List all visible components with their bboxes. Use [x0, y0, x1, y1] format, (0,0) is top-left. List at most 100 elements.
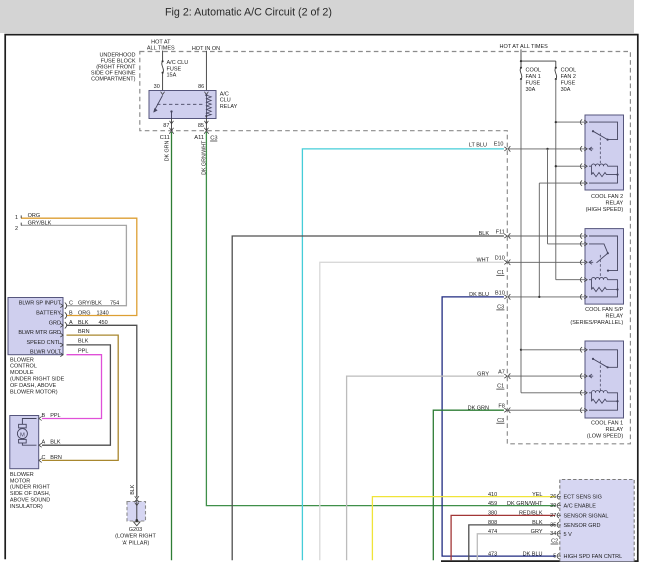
svg-text:A/C CLU: A/C CLU [167, 60, 189, 66]
svg-text:DK GRN: DK GRN [468, 405, 489, 411]
svg-text:FUSE: FUSE [526, 80, 541, 86]
svg-text:COOL FAN 2: COOL FAN 2 [591, 194, 623, 200]
svg-text:BLK: BLK [50, 439, 61, 445]
svg-text:HOT IN ON: HOT IN ON [192, 46, 220, 52]
svg-text:RELAY: RELAY [606, 200, 624, 206]
svg-text:5: 5 [553, 554, 556, 560]
svg-text:ALL TIMES: ALL TIMES [147, 46, 175, 52]
svg-text:34: 34 [550, 531, 556, 537]
svg-text:GRY/BLK: GRY/BLK [28, 220, 52, 226]
svg-text:30A: 30A [526, 87, 536, 93]
svg-text:Fig 2: Automatic A/C Circuit (: Fig 2: Automatic A/C Circuit (2 of 2) [165, 6, 332, 18]
svg-text:380: 380 [488, 511, 497, 517]
svg-text:HIGH SPD FAN CNTRL: HIGH SPD FAN CNTRL [564, 554, 623, 560]
svg-text:MOTOR: MOTOR [10, 478, 30, 484]
svg-text:D10: D10 [495, 256, 505, 262]
svg-text:(LOWER RIGHT: (LOWER RIGHT [115, 534, 156, 540]
svg-text:35: 35 [550, 522, 556, 528]
svg-text:F8: F8 [498, 404, 504, 410]
svg-text:GRY/BLK: GRY/BLK [78, 301, 102, 307]
svg-text:27: 27 [550, 513, 556, 519]
svg-text:PPL: PPL [50, 413, 60, 419]
svg-text:A/C: A/C [220, 91, 229, 97]
svg-text:A7: A7 [498, 370, 505, 376]
svg-text:MODULE: MODULE [10, 370, 34, 376]
svg-text:CLU: CLU [220, 98, 231, 104]
svg-text:86: 86 [198, 84, 204, 90]
svg-text:39: 39 [550, 503, 556, 509]
svg-text:PPL: PPL [78, 349, 88, 355]
svg-text:DK GRN/WHT: DK GRN/WHT [507, 501, 543, 507]
svg-text:30: 30 [154, 84, 160, 90]
svg-text:BLOWER: BLOWER [10, 472, 34, 478]
svg-text:COMPARTMENT): COMPARTMENT) [91, 77, 136, 83]
svg-text:FUSE: FUSE [167, 66, 182, 72]
svg-text:BLK: BLK [78, 320, 89, 326]
svg-text:RELAY: RELAY [606, 314, 624, 320]
svg-text:E10: E10 [494, 142, 504, 148]
svg-text:BLK: BLK [479, 231, 490, 237]
svg-text:WHT: WHT [476, 258, 489, 264]
svg-text:DK GRN/WHT: DK GRN/WHT [202, 140, 208, 175]
svg-text:85: 85 [198, 123, 204, 129]
svg-text:SENSOR SIGNAL: SENSOR SIGNAL [564, 513, 609, 519]
svg-text:FAN 2: FAN 2 [561, 74, 576, 80]
svg-text:BATTERY: BATTERY [36, 311, 61, 317]
svg-text:RELAY: RELAY [220, 104, 238, 110]
svg-text:BLK: BLK [78, 339, 89, 345]
svg-text:(UNDER RIGHT SIDE: (UNDER RIGHT SIDE [10, 377, 65, 383]
svg-text:CONTROL: CONTROL [10, 364, 37, 370]
svg-text:(HIGH SPEED): (HIGH SPEED) [586, 207, 624, 213]
svg-text:BLOWER: BLOWER [10, 357, 34, 363]
svg-text:B10: B10 [495, 290, 505, 296]
svg-text:26: 26 [550, 494, 556, 500]
svg-text:ABOVE SOUND: ABOVE SOUND [10, 498, 50, 504]
svg-text:INSULATOR): INSULATOR) [10, 504, 43, 510]
svg-text:BLWR SP INPUT: BLWR SP INPUT [19, 301, 62, 307]
svg-text:BLK: BLK [130, 484, 136, 494]
svg-text:474: 474 [488, 529, 497, 535]
svg-text:C11: C11 [160, 135, 170, 141]
svg-text:(LOW SPEED): (LOW SPEED) [587, 433, 624, 439]
svg-text:COOL FAN 1: COOL FAN 1 [591, 420, 623, 426]
svg-text:ECT SENS SIG: ECT SENS SIG [564, 495, 602, 501]
svg-text:COOL: COOL [526, 67, 542, 73]
svg-text:SIDE OF DASH,: SIDE OF DASH, [10, 491, 51, 497]
svg-text:M: M [20, 432, 25, 438]
svg-text:1340: 1340 [97, 310, 109, 316]
svg-text:OF DASH, ABOVE: OF DASH, ABOVE [10, 383, 56, 389]
svg-text:ORG: ORG [28, 213, 41, 219]
svg-text:(UNDER RIGHT: (UNDER RIGHT [10, 485, 51, 491]
svg-text:G203: G203 [129, 527, 142, 533]
svg-text:RED/BLK: RED/BLK [519, 511, 543, 517]
svg-text:DK GRN: DK GRN [165, 140, 171, 161]
svg-text:FUSE: FUSE [561, 80, 576, 86]
svg-text:2: 2 [15, 226, 18, 232]
svg-text:5 V: 5 V [564, 532, 573, 538]
svg-text:459: 459 [488, 501, 497, 507]
svg-text:GRY: GRY [477, 371, 489, 377]
svg-text:BLWR MTR GRD: BLWR MTR GRD [18, 330, 61, 336]
svg-text:COOL FAN S/P: COOL FAN S/P [585, 307, 623, 313]
svg-text:GRY: GRY [531, 529, 543, 535]
svg-text:473: 473 [488, 551, 497, 557]
svg-text:F11: F11 [496, 229, 505, 235]
svg-text:(SERIES/PARALLEL): (SERIES/PARALLEL) [570, 320, 623, 326]
svg-text:HOT AT: HOT AT [151, 39, 171, 45]
svg-text:RELAY: RELAY [606, 427, 624, 433]
svg-text:BLOWER MOTOR): BLOWER MOTOR) [10, 389, 58, 395]
svg-text:‘A’ PILLAR): ‘A’ PILLAR) [122, 540, 150, 546]
svg-text:87: 87 [163, 123, 169, 129]
svg-text:15A: 15A [167, 73, 177, 79]
svg-text:B: B [42, 413, 46, 419]
svg-text:GRD: GRD [49, 320, 61, 326]
svg-text:C: C [42, 455, 46, 461]
svg-text:SENSOR GRD: SENSOR GRD [564, 523, 601, 529]
svg-text:754: 754 [110, 301, 119, 307]
svg-text:410: 410 [488, 492, 497, 498]
svg-text:BLWR VOLT: BLWR VOLT [30, 350, 62, 356]
svg-text:A11: A11 [194, 135, 204, 141]
svg-text:A/C ENABLE: A/C ENABLE [564, 504, 597, 510]
svg-text:1: 1 [15, 215, 18, 221]
svg-text:30A: 30A [561, 87, 571, 93]
